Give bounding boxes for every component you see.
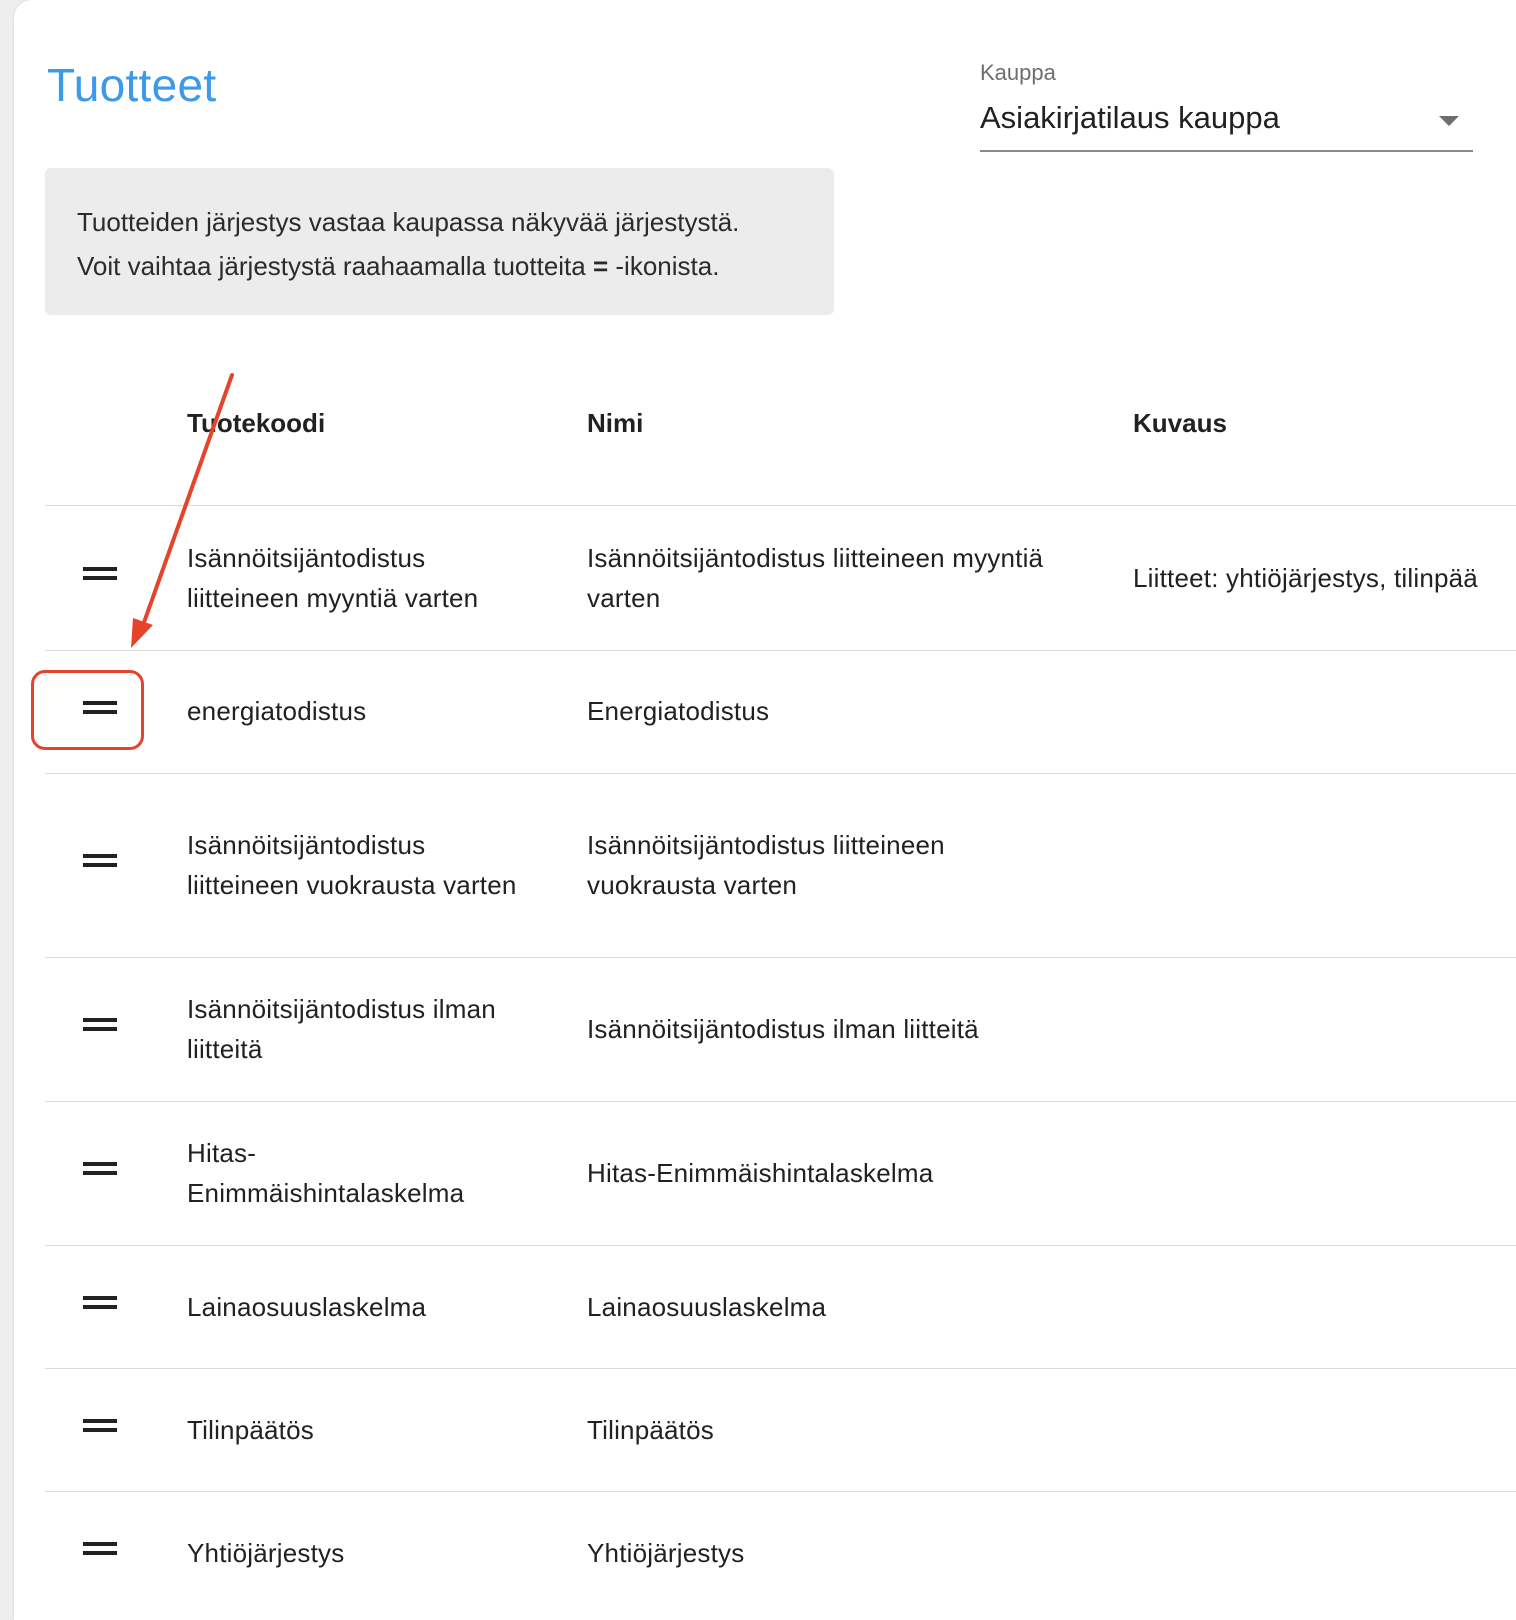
annotation-arrow (131, 373, 234, 648)
annotation-highlight-box (31, 670, 144, 750)
